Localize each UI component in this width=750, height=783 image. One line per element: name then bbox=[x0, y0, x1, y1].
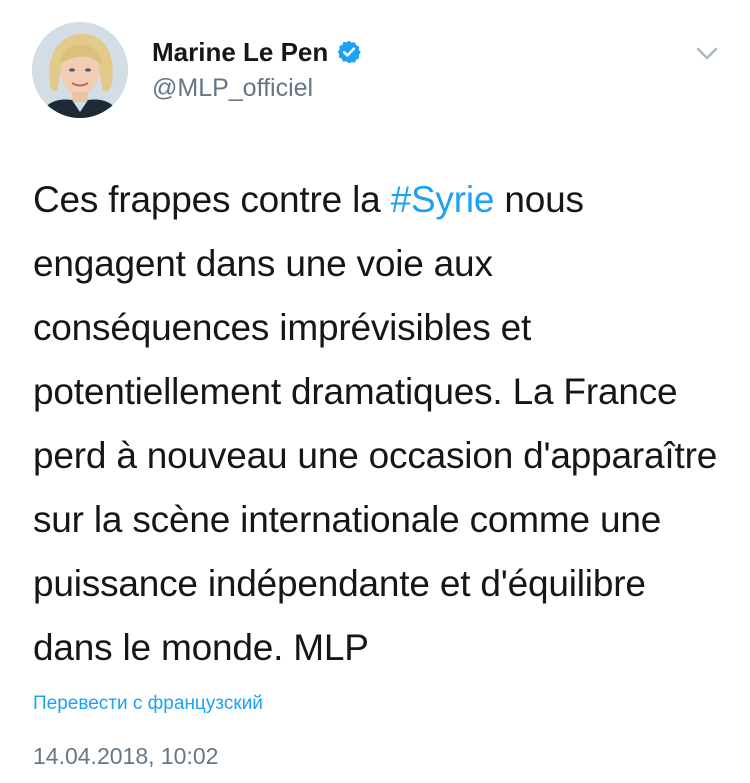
verified-badge-icon bbox=[336, 39, 362, 65]
author-info: Marine Le Pen @MLP_officiel bbox=[152, 34, 362, 103]
tweet-header: Marine Le Pen @MLP_officiel bbox=[32, 20, 722, 130]
user-handle[interactable]: @MLP_officiel bbox=[152, 74, 362, 103]
display-name-row: Marine Le Pen bbox=[152, 34, 362, 70]
hashtag-link[interactable]: #Syrie bbox=[391, 179, 495, 220]
chevron-down-icon[interactable] bbox=[692, 38, 722, 68]
tweet-text: Ces frappes contre la #Syrie nous engage… bbox=[33, 168, 733, 680]
timestamp: 14.04.2018, 10:02 bbox=[33, 743, 219, 769]
avatar[interactable] bbox=[32, 22, 128, 118]
tweet: Marine Le Pen @MLP_officiel Ces frappes … bbox=[0, 0, 750, 783]
display-name[interactable]: Marine Le Pen bbox=[152, 37, 328, 68]
tweet-text-part: Ces frappes contre la bbox=[33, 179, 391, 220]
translate-link[interactable]: Перевести с французский bbox=[33, 693, 263, 715]
tweet-text-part: nous engagent dans une voie aux conséque… bbox=[33, 179, 718, 668]
